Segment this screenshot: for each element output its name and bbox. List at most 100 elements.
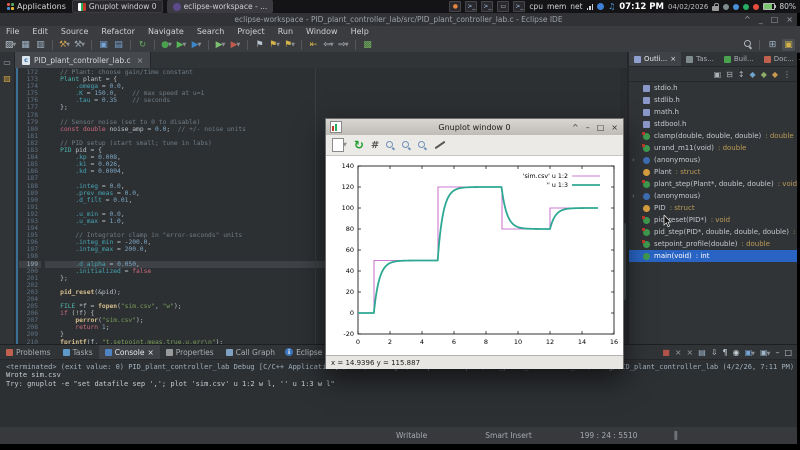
terminal-icon[interactable]: >_ (465, 1, 478, 12)
net-monitor[interactable]: net (570, 2, 582, 11)
code-line[interactable]: .omega = 0.0, (45, 83, 617, 90)
gnuplot-shade-icon[interactable]: ^ (572, 123, 579, 132)
expand-chevron-icon[interactable]: › (632, 156, 635, 164)
next-annotation-icon[interactable]: ⚑ ▼ (268, 39, 281, 51)
window-shade-icon[interactable]: ^ (744, 15, 751, 24)
forward-icon[interactable]: ⇨ ▼ (337, 39, 350, 51)
tab-tas[interactable]: Tas... (681, 52, 719, 66)
run-icon[interactable]: ▶ ▼ (175, 39, 188, 51)
replot-icon[interactable]: ↻ (354, 139, 364, 151)
ruler-icon[interactable] (434, 140, 446, 150)
outline-item[interactable]: main(void) : int (629, 250, 797, 262)
outline-item[interactable]: clamp(double, double, double) : double (629, 130, 797, 142)
restore-view-icon[interactable]: ▭ (2, 57, 13, 67)
menu-source[interactable]: Source (61, 27, 88, 36)
last-edit-icon[interactable]: ⇤ (307, 39, 320, 51)
remove-launch-icon[interactable]: × (675, 348, 682, 357)
mem-monitor[interactable]: mem (547, 2, 566, 11)
back-icon[interactable]: ⇦ ▼ (322, 39, 335, 51)
open-perspective-icon[interactable]: ⊞ (766, 39, 779, 51)
toggle-mark-icon[interactable]: ⚑ (253, 39, 266, 51)
tab-properties[interactable]: Properties (160, 345, 220, 359)
refresh-icon[interactable]: ↻ (136, 39, 149, 51)
gnuplot-maximize-icon[interactable]: □ (597, 123, 605, 132)
terminal-icon[interactable]: >_ (481, 1, 494, 12)
tab-tasks[interactable]: Tasks (57, 345, 99, 359)
editor-image-icon[interactable]: ▩ (361, 39, 374, 51)
date[interactable]: 04/02/2026 (668, 3, 708, 11)
terminal-icon[interactable]: >_ (513, 1, 526, 12)
tab-buil[interactable]: Buil... (719, 52, 759, 66)
code-line[interactable]: // Plant: choose gain/time constant (45, 69, 617, 76)
code-line[interactable]: .tau = 0.35 // seconds (45, 97, 617, 104)
gnuplot-minimize-icon[interactable]: – (586, 123, 590, 132)
run-config-icon[interactable]: ▶ ▼ (214, 39, 227, 51)
tab-problems[interactable]: Problems (0, 345, 57, 359)
terminal-icon[interactable]: ▤ (112, 39, 125, 51)
menu-help[interactable]: Help (351, 27, 369, 36)
menu-project[interactable]: Project (237, 27, 264, 36)
applications-menu[interactable]: Applications (0, 0, 72, 13)
tab-close-icon[interactable]: × (147, 348, 153, 357)
menu-search[interactable]: Search (197, 27, 224, 36)
terminate-icon[interactable]: ■ (662, 348, 670, 357)
tray-app-icon[interactable] (733, 3, 740, 10)
menu-window[interactable]: Window (306, 27, 338, 36)
outline-item[interactable]: plant_step(Plant*, double, double) : voi… (629, 178, 797, 190)
expand-chevron-icon[interactable]: › (632, 192, 635, 200)
hide-non-public-icon[interactable]: ◆ (772, 70, 778, 79)
bluetooth-icon[interactable] (597, 3, 605, 10)
menu-run[interactable]: Run (278, 27, 293, 36)
code-line[interactable]: .K = 150.0, // max speed at u=1 (45, 90, 617, 97)
tray-app-icon[interactable] (743, 3, 750, 10)
menu-file[interactable]: File (6, 27, 19, 36)
new-console-icon[interactable]: ▣ (97, 39, 110, 51)
minimize-icon[interactable]: – (775, 348, 779, 357)
view-menu-icon[interactable]: ⋮ (783, 70, 791, 79)
pin-console-icon[interactable]: ◉ (733, 348, 740, 357)
hide-static-icon[interactable]: ◆ (761, 70, 767, 79)
word-wrap-icon[interactable]: ¶ (723, 348, 728, 357)
plot-canvas[interactable]: 0 2 4 6 8 10 12 14 16 -20 0 20 40 60 80 100 120 140'sim.c… (326, 156, 623, 355)
eclipse-titlebar[interactable]: eclipse-workspace - PID_plant_controller… (0, 13, 797, 26)
remove-all-launches-icon[interactable]: × (687, 348, 694, 357)
tab-console[interactable]: Console × (98, 345, 160, 359)
code-line[interactable]: Plant plant = { (45, 76, 617, 83)
tray-app-icon[interactable] (753, 3, 760, 10)
search-icon[interactable] (744, 40, 753, 49)
outline-item[interactable]: › (anonymous) (629, 154, 797, 166)
scroll-lock-icon[interactable]: ⇩ (711, 348, 718, 357)
outline-item[interactable]: › (anonymous) (629, 190, 797, 202)
editor-tab[interactable]: c PID_plant_controller_lab.c × (15, 52, 152, 68)
gnuplot-window[interactable]: Gnuplot window 0 ^ – □ × ▼ ↻ # 0 2 4 6 8 10 12… (325, 118, 624, 369)
open-console-icon[interactable]: ▣▼ (760, 348, 770, 357)
outline-item[interactable]: pid_reset(PID*) : void (629, 214, 797, 226)
outline-item[interactable]: pid_step(PID*, double, double, double) :… (629, 226, 797, 238)
save-all-icon[interactable]: ▥ (34, 39, 47, 51)
coverage-icon[interactable]: ▶ ▼ (229, 39, 242, 51)
tab-outli[interactable]: Outli... × (629, 52, 682, 66)
profile-icon[interactable]: ▶ ▼ (190, 39, 203, 51)
copy-plot-icon[interactable]: ▼ (332, 138, 347, 152)
show-stdout-icon[interactable]: ▣▼ (745, 348, 755, 357)
outline-item[interactable]: urand_m11(void) : double (629, 142, 797, 154)
collapse-all-icon[interactable]: ⊟ (726, 70, 733, 79)
gnuplot-titlebar[interactable]: Gnuplot window 0 ^ – □ × (326, 119, 623, 135)
tab-close-icon[interactable]: × (670, 55, 676, 63)
lock-icon[interactable] (712, 2, 720, 11)
taskbar-item-gnuplot[interactable]: Gnuplot window 0 (71, 0, 163, 13)
window-maximize-icon[interactable]: □ (771, 15, 779, 24)
outline-item[interactable]: math.h (629, 106, 797, 118)
sort-icon[interactable]: ↕ (738, 70, 745, 79)
taskbar-item-eclipse[interactable]: eclipse-workspace - ... (166, 0, 274, 13)
build-all-icon[interactable]: ⚒ ▼ (73, 39, 86, 51)
zoom-out-icon[interactable] (402, 140, 411, 150)
build-icon[interactable]: ⚒ ▼ (58, 39, 71, 51)
gnuplot-close-icon[interactable]: × (611, 123, 618, 132)
tray-app-icon[interactable] (723, 3, 730, 10)
tab-doc[interactable]: Doc... (759, 52, 799, 66)
outline-item[interactable]: setpoint_profile(double) : double (629, 238, 797, 250)
network-signal-icon[interactable] (586, 3, 594, 10)
menu-refactor[interactable]: Refactor (101, 27, 135, 36)
clock[interactable]: 07:12 PM (619, 2, 664, 12)
